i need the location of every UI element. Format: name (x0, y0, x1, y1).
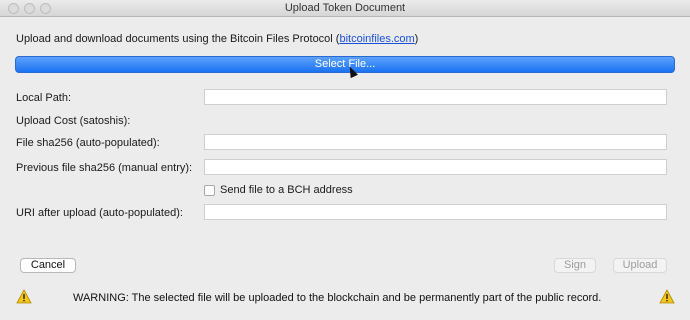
warning-text: WARNING: The selected file will be uploa… (73, 292, 602, 304)
warning-icon (16, 289, 32, 304)
file-sha256-field[interactable] (204, 134, 667, 150)
file-sha256-label: File sha256 (auto-populated): (16, 137, 160, 149)
send-to-bch-row[interactable]: Send file to a BCH address (204, 183, 353, 197)
local-path-label: Local Path: (16, 92, 72, 104)
intro-suffix: ) (414, 33, 419, 45)
previous-sha256-label: Previous file sha256 (manual entry): (16, 162, 193, 174)
previous-sha256-field[interactable] (204, 159, 667, 175)
uri-after-upload-field[interactable] (204, 204, 667, 220)
select-file-button[interactable]: Select File... (15, 56, 675, 73)
window-title: Upload Token Document (284, 2, 406, 14)
cancel-button[interactable]: Cancel (20, 258, 76, 273)
warning-icon (659, 289, 675, 304)
send-to-bch-label: Send file to a BCH address (220, 184, 353, 196)
upload-cost-label: Upload Cost (satoshis): (16, 115, 131, 127)
intro-label: Upload and download documents using the … (16, 33, 340, 45)
upload-button[interactable]: Upload (613, 258, 667, 273)
sign-button[interactable]: Sign (554, 258, 596, 273)
title-bar: Upload Token Document (0, 0, 690, 17)
send-to-bch-checkbox[interactable] (204, 184, 215, 196)
bitcoinfiles-link[interactable]: bitcoinfiles.com (339, 33, 414, 45)
intro-text: Upload and download documents using the … (16, 33, 418, 45)
local-path-field[interactable] (204, 89, 667, 105)
uri-after-upload-label: URI after upload (auto-populated): (16, 207, 183, 219)
